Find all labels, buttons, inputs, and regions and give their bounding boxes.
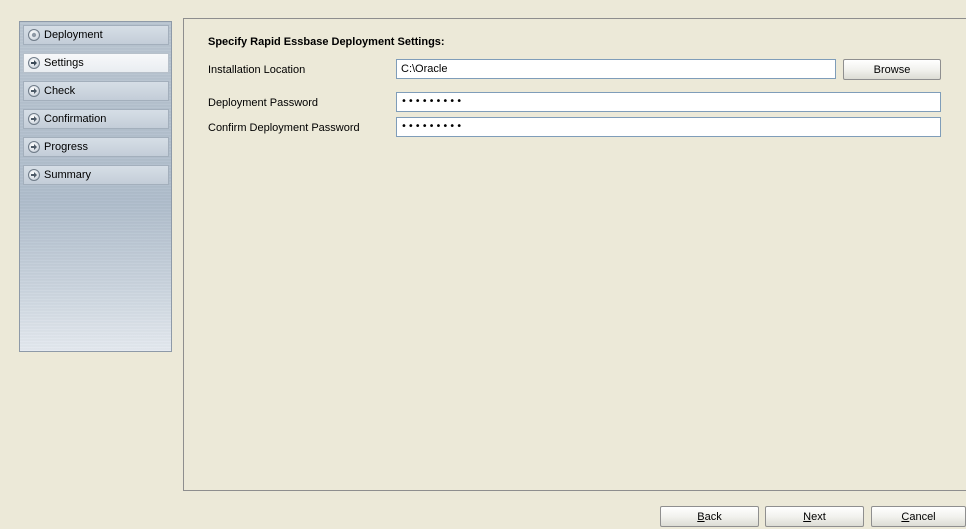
cancel-button[interactable]: Cancel: [871, 506, 966, 527]
step-label: Progress: [44, 141, 89, 153]
settings-panel: Specify Rapid Essbase Deployment Setting…: [183, 18, 966, 491]
step-label: Check: [44, 85, 76, 97]
step-label: Summary: [44, 169, 92, 181]
step-label: Deployment: [44, 29, 103, 41]
steps-list: Deployment Settings Check Confirmation P…: [23, 25, 169, 193]
confirm-password-input[interactable]: •••••••••: [396, 117, 941, 137]
step-deployment[interactable]: Deployment: [23, 25, 169, 45]
step-pending-arrow-icon: [28, 113, 40, 125]
cancel-button-label: Cancel: [901, 510, 936, 523]
installation-location-input[interactable]: [396, 59, 836, 79]
step-summary[interactable]: Summary: [23, 165, 169, 185]
back-button-label: Back: [697, 510, 722, 523]
back-button[interactable]: Back: [660, 506, 759, 527]
browse-button[interactable]: Browse: [843, 59, 941, 80]
confirm-password-label: Confirm Deployment Password: [208, 122, 360, 134]
step-pending-arrow-icon: [28, 85, 40, 97]
step-complete-icon: [28, 29, 40, 41]
installer-window: Deployment Settings Check Confirmation P…: [0, 0, 966, 529]
step-current-arrow-icon: [28, 57, 40, 69]
installation-location-label: Installation Location: [208, 64, 306, 76]
step-label: Confirmation: [44, 113, 107, 125]
step-confirmation[interactable]: Confirmation: [23, 109, 169, 129]
step-pending-arrow-icon: [28, 141, 40, 153]
step-label: Settings: [44, 57, 84, 69]
deployment-password-input[interactable]: •••••••••: [396, 92, 941, 112]
step-settings[interactable]: Settings: [23, 53, 169, 73]
deployment-password-label: Deployment Password: [208, 97, 319, 109]
next-button-label: Next: [803, 510, 826, 523]
steps-sidebar: Deployment Settings Check Confirmation P…: [19, 21, 172, 352]
page-title: Specify Rapid Essbase Deployment Setting…: [208, 36, 445, 48]
step-pending-arrow-icon: [28, 169, 40, 181]
step-progress[interactable]: Progress: [23, 137, 169, 157]
step-check[interactable]: Check: [23, 81, 169, 101]
next-button[interactable]: Next: [765, 506, 864, 527]
